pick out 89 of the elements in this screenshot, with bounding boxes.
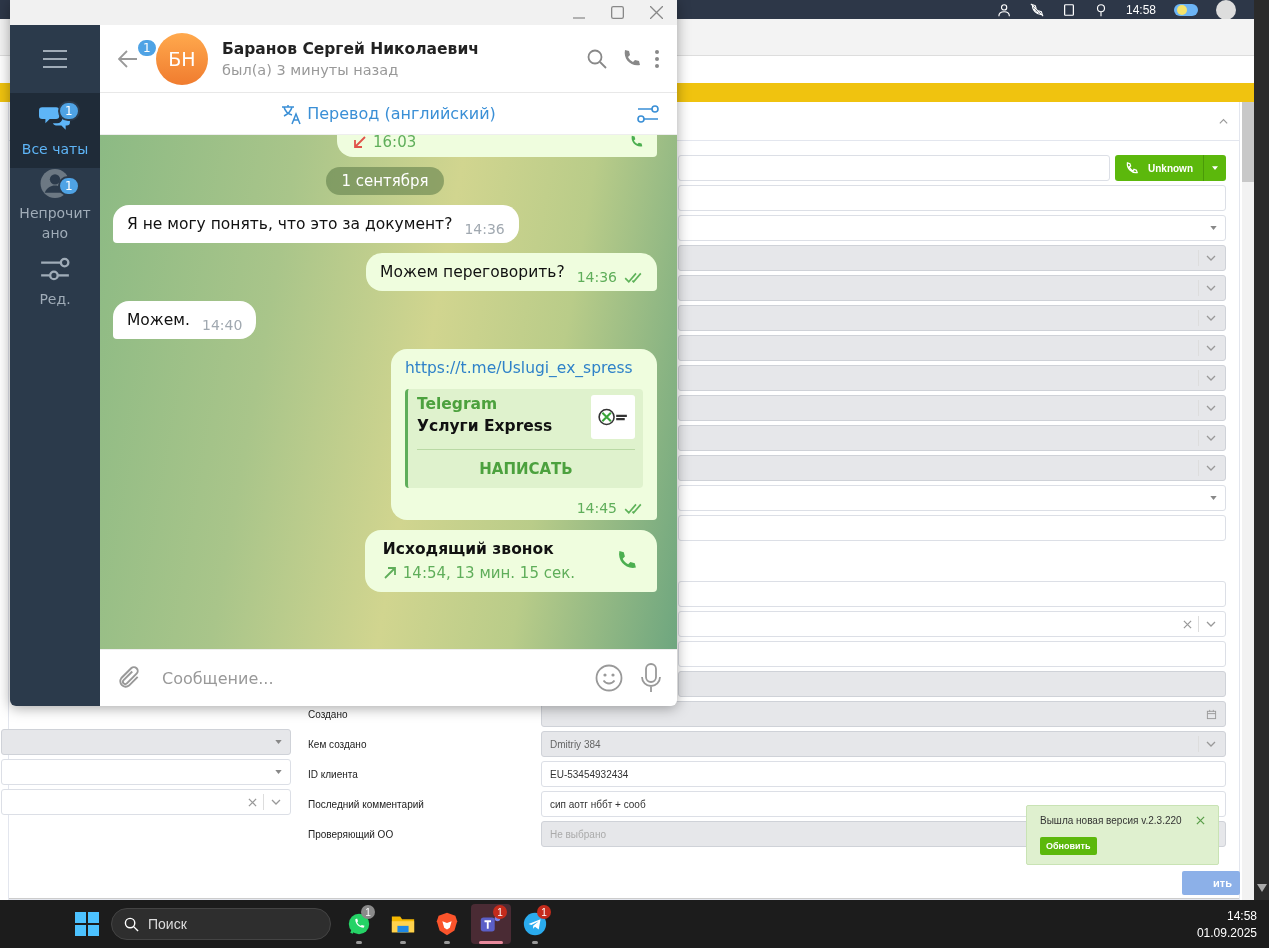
field-value: Dmitriy 384 <box>550 738 602 750</box>
caret-icon <box>1212 166 1218 170</box>
message-text: Я не могу понять, что это за документ? <box>127 215 453 233</box>
clear-icon[interactable] <box>248 797 257 807</box>
clock-time: 14:58 <box>1125 2 1156 17</box>
search-field[interactable]: Поиск <box>111 908 331 940</box>
logo-icon <box>597 406 629 428</box>
field-placeholder: Не выбрано <box>550 828 607 840</box>
field-value: EU-53454932434 <box>550 768 630 780</box>
message-time: 14:36 <box>464 221 505 237</box>
call-details: 16:03 <box>373 135 417 151</box>
people-icon[interactable] <box>997 2 1012 17</box>
scrollbar-thumb[interactable] <box>1242 102 1254 182</box>
select-field[interactable] <box>1 759 291 785</box>
message-time: 14:45 <box>576 500 617 516</box>
lion-shield-icon <box>434 911 460 937</box>
maximize-icon[interactable] <box>611 6 624 19</box>
notification-badge: 1 <box>537 905 551 919</box>
notification-badge: 1 <box>361 905 375 919</box>
sidebar-folder[interactable]: Все чаты 1 <box>10 93 100 168</box>
select-field[interactable] <box>678 611 1226 637</box>
close-icon[interactable] <box>650 6 663 19</box>
clock-date: 01.09.2025 <box>1196 925 1257 940</box>
translate-icon <box>281 102 304 125</box>
field-label: Последний комментарий <box>308 798 425 810</box>
last-seen-status: был(а) 3 минуты назад <box>222 61 400 78</box>
unread-badge: 1 <box>136 37 158 58</box>
input-field[interactable]: EU-53454932434 <box>541 761 1226 787</box>
select-field[interactable] <box>678 485 1226 511</box>
weather-icon[interactable] <box>1174 3 1198 16</box>
contact-avatar: БН <box>156 32 208 85</box>
preview-title: Услуги Express <box>417 417 553 435</box>
emoji-icon[interactable] <box>595 664 623 692</box>
taskbar-app[interactable]: 1 <box>515 904 555 944</box>
message-input[interactable]: Сообщение... <box>160 667 577 689</box>
close-icon[interactable] <box>1196 816 1205 825</box>
taskbar-app[interactable]: 1 <box>471 904 511 944</box>
select-field[interactable] <box>678 215 1226 241</box>
message-text: Можем. <box>127 311 190 329</box>
write-button[interactable]: НАПИСАТЬ <box>417 449 635 482</box>
call-details: 14:54, 13 мин. 15 сек. <box>402 564 575 582</box>
update-button[interactable]: Обновить <box>1040 837 1097 855</box>
search-icon[interactable] <box>587 48 607 69</box>
paperclip-icon[interactable] <box>116 665 142 691</box>
contact-name: Баранов Сергей Николаевич <box>222 39 480 58</box>
calendar-icon <box>1206 708 1217 720</box>
message-time: 14:36 <box>576 269 617 285</box>
input-field[interactable] <box>678 155 1110 181</box>
unread-badge: 1 <box>58 101 80 121</box>
scroll-down-icon[interactable] <box>1256 884 1267 892</box>
back-arrow-icon[interactable] <box>118 49 138 68</box>
notification-badge: 1 <box>493 905 507 919</box>
clock-time: 14:58 <box>1226 908 1257 923</box>
caret-icon <box>275 740 282 744</box>
caret-icon <box>1210 226 1217 230</box>
phone-icon[interactable] <box>629 135 643 149</box>
unread-badge: 1 <box>58 176 80 196</box>
user-avatar[interactable] <box>1216 0 1236 20</box>
translate-button[interactable]: Перевод (английский) <box>281 102 496 125</box>
translation-settings-icon[interactable] <box>637 104 659 124</box>
message-link[interactable]: https://t.me/Uslugi_ex_spress <box>405 359 643 377</box>
more-options-icon[interactable] <box>655 48 659 69</box>
field-label: Кем создано <box>308 738 368 750</box>
caret-icon <box>275 770 282 774</box>
clear-icon[interactable] <box>1183 619 1192 629</box>
input-field[interactable] <box>678 581 1226 607</box>
call-title: Исходящий звонок <box>382 540 555 558</box>
preview-site: Telegram <box>417 395 499 413</box>
square-icon[interactable] <box>1061 2 1076 17</box>
field-label: Проверяющий ОО <box>308 828 395 840</box>
date-separator: 1 сентября <box>326 167 444 195</box>
sidebar-folder[interactable]: Непрочитано 1 <box>10 168 100 243</box>
select-field[interactable] <box>1 789 291 815</box>
message-time: 14:40 <box>202 317 243 333</box>
search-icon <box>124 917 139 932</box>
taskbar-app[interactable]: 1 <box>339 904 379 944</box>
field-label: ID клиента <box>308 768 359 780</box>
message-text: Можем переговорить? <box>380 263 565 281</box>
call-status-button[interactable]: Unknown <box>1115 155 1226 181</box>
input-field[interactable] <box>678 515 1226 541</box>
field-label: Создано <box>308 708 349 720</box>
input-field[interactable] <box>678 641 1226 667</box>
windows-start-icon[interactable] <box>75 912 99 936</box>
caret-icon <box>1210 496 1217 500</box>
menu-icon[interactable] <box>43 50 67 68</box>
sidebar-folder[interactable]: Ред. <box>10 243 100 318</box>
field-value: сип аотг нббт + сооб <box>550 798 647 810</box>
input-field[interactable] <box>678 185 1226 211</box>
phone-icon <box>1125 161 1138 175</box>
